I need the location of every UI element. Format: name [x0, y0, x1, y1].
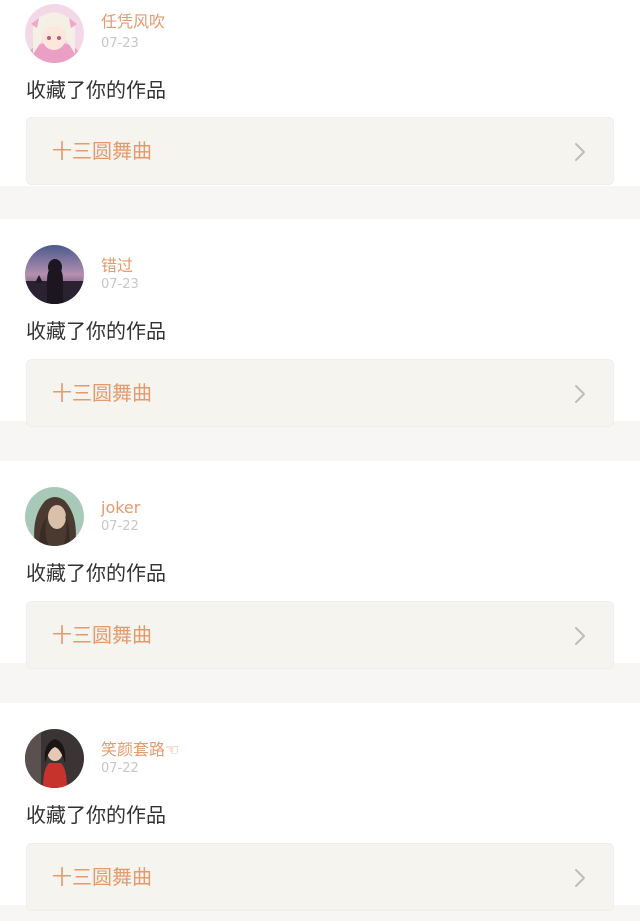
- notification-card: 笑颜套路☜ 07-22 收藏了你的作品 十三圆舞曲: [0, 703, 640, 911]
- timestamp: 07-23: [101, 277, 139, 292]
- work-link[interactable]: 十三圆舞曲: [26, 117, 614, 185]
- red-dress-portrait-avatar-icon: [25, 729, 84, 788]
- username[interactable]: 错过: [101, 256, 133, 276]
- user-avatar[interactable]: [25, 4, 84, 63]
- sunset-silhouette-avatar-icon: [25, 245, 84, 304]
- action-text: 收藏了你的作品: [26, 803, 166, 827]
- user-avatar[interactable]: [25, 729, 84, 788]
- chevron-right-icon: [575, 627, 585, 645]
- timestamp: 07-23: [101, 36, 139, 51]
- work-link[interactable]: 十三圆舞曲: [26, 601, 614, 669]
- work-title: 十三圆舞曲: [52, 623, 152, 647]
- anime-girl-avatar-icon: [25, 4, 84, 63]
- action-text: 收藏了你的作品: [26, 319, 166, 343]
- work-title: 十三圆舞曲: [52, 381, 152, 405]
- username[interactable]: 笑颜套路☜: [101, 740, 179, 760]
- work-title: 十三圆舞曲: [52, 865, 152, 889]
- notification-card: 任凭风吹 07-23 收藏了你的作品 十三圆舞曲: [0, 0, 640, 186]
- chevron-right-icon: [575, 143, 585, 161]
- timestamp: 07-22: [101, 519, 139, 534]
- notification-feed: 任凭风吹 07-23 收藏了你的作品 十三圆舞曲 错过 07-23 收藏了你的作…: [0, 0, 640, 921]
- action-text: 收藏了你的作品: [26, 78, 166, 102]
- notification-card: 错过 07-23 收藏了你的作品 十三圆舞曲: [0, 219, 640, 427]
- user-avatar[interactable]: [25, 487, 84, 546]
- work-link[interactable]: 十三圆舞曲: [26, 843, 614, 911]
- user-avatar[interactable]: [25, 245, 84, 304]
- notification-card: joker 07-22 收藏了你的作品 十三圆舞曲: [0, 461, 640, 669]
- action-text: 收藏了你的作品: [26, 561, 166, 585]
- username[interactable]: 任凭风吹: [101, 12, 165, 32]
- username[interactable]: joker: [101, 498, 140, 518]
- chevron-right-icon: [575, 385, 585, 403]
- timestamp: 07-22: [101, 761, 139, 776]
- work-link[interactable]: 十三圆舞曲: [26, 359, 614, 427]
- work-title: 十三圆舞曲: [52, 139, 152, 163]
- chevron-right-icon: [575, 869, 585, 887]
- dark-hair-portrait-avatar-icon: [25, 487, 84, 546]
